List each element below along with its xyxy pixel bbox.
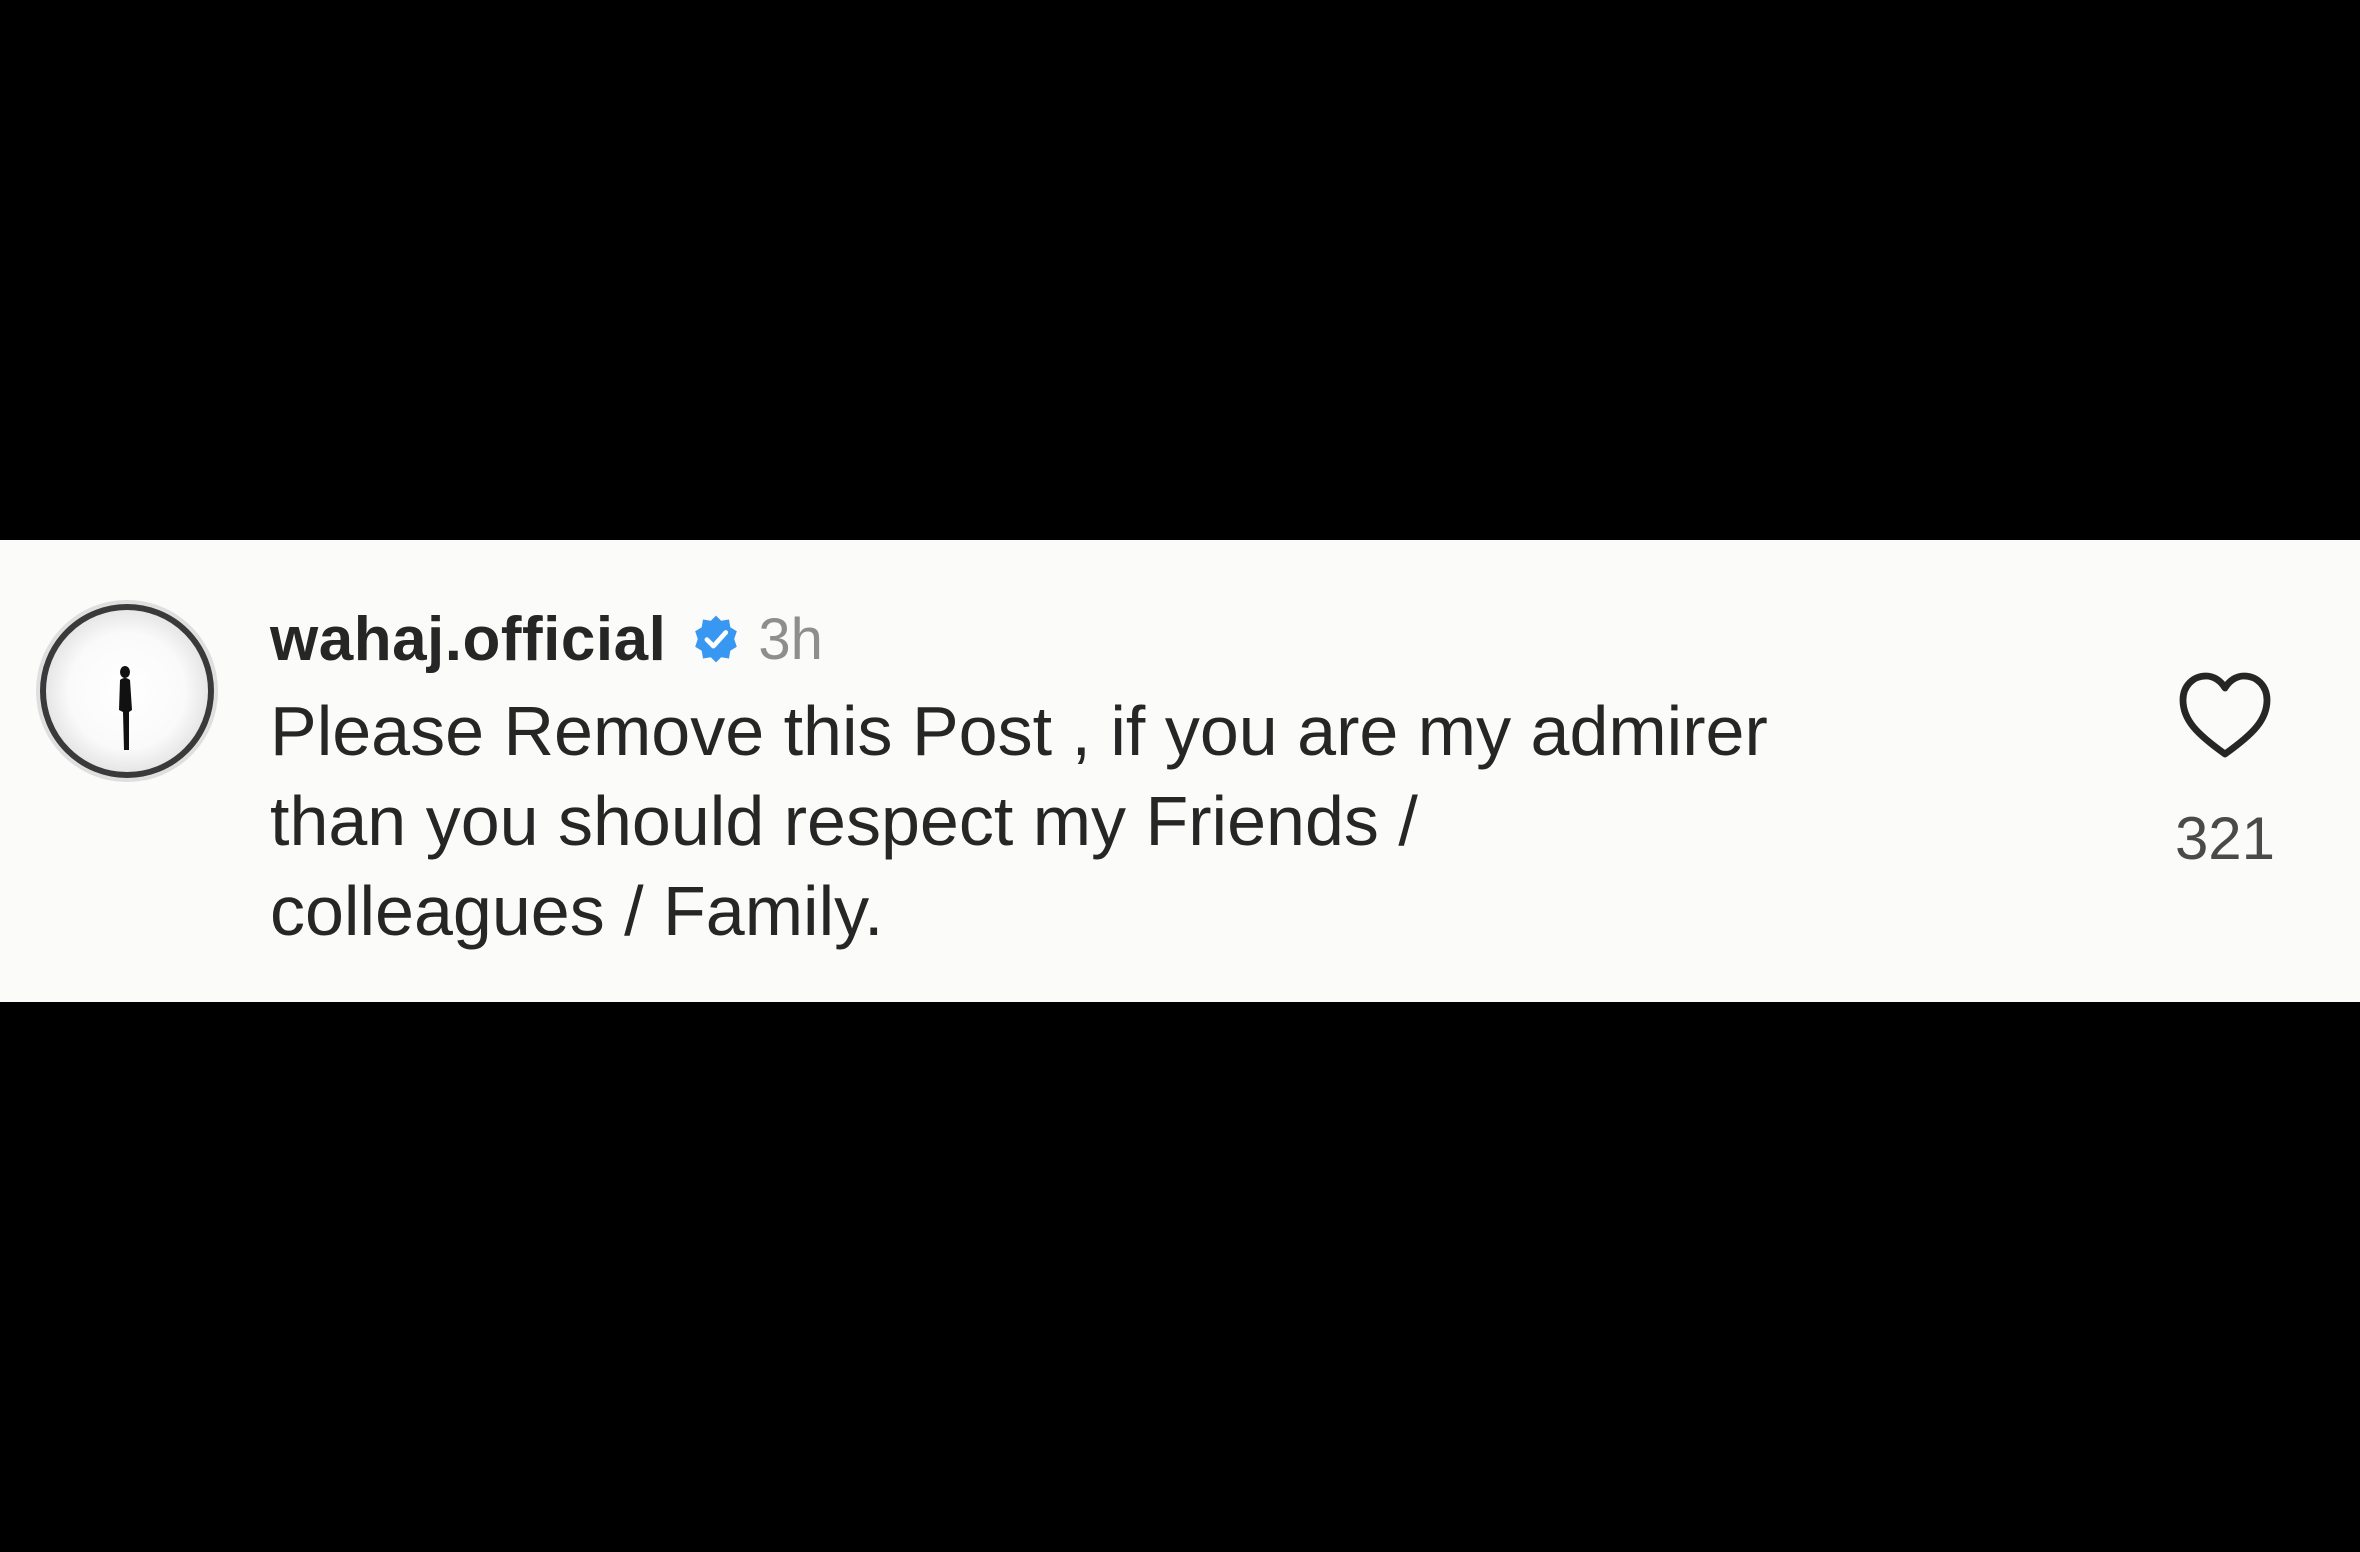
- username-link[interactable]: wahaj.official: [270, 604, 666, 675]
- comment-body: wahaj.official 3h Please Remove this Pos…: [270, 592, 2090, 956]
- comment-text: Please Remove this Post , if you are my …: [270, 692, 1768, 950]
- like-count: 321: [2174, 805, 2276, 872]
- screenshot-stage: wahaj.official 3h Please Remove this Pos…: [0, 0, 2360, 1552]
- comment-header: wahaj.official 3h: [270, 592, 2090, 686]
- heart-icon[interactable]: [2177, 670, 2273, 762]
- like-block: 321: [2150, 670, 2300, 873]
- silhouette-avatar-icon: [40, 604, 214, 778]
- comment-timestamp: 3h: [758, 606, 823, 672]
- avatar[interactable]: [36, 600, 218, 782]
- verified-badge-icon: [695, 615, 738, 663]
